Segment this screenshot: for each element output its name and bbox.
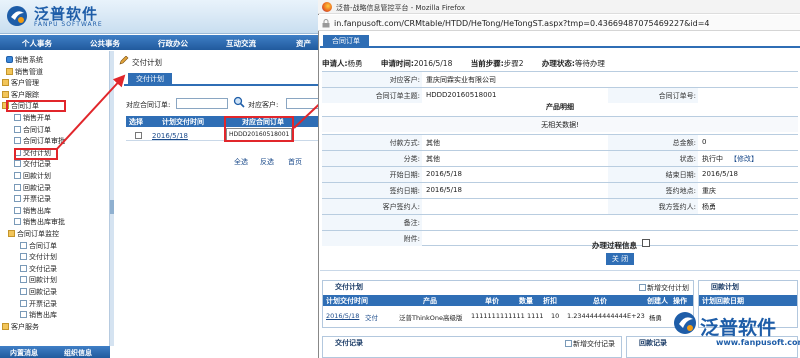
row-product: 泛普ThinkOne高级版 [399, 314, 463, 322]
remark-label: 备注: [403, 219, 420, 227]
sign-date-label: 签约日期: [389, 187, 420, 195]
form-row-sign: 签约日期: 2016/5/18 签约地点: 重庆 [322, 182, 798, 198]
col-action: 操作 [673, 297, 687, 305]
process-info-label: 办理过程信息 [592, 241, 637, 250]
applicant-value: 杨勇 [347, 59, 363, 68]
add-delivery-plan-label: 新增交付计划 [647, 284, 689, 292]
divider [320, 270, 800, 271]
products-table: 无相关数据! [322, 116, 798, 132]
delivery-record-panel: 交付记录 新增交付记录 [322, 336, 622, 358]
customer-label: 对应客户: [389, 76, 420, 84]
contract-header-info: 申请人:杨勇 申请时间:2016/5/18 当前步骤:步骤2 办理状态:等待办理 [322, 58, 621, 69]
row-deliver-link[interactable]: 交付 [365, 312, 378, 322]
payment-plan-title: 回款计划 [711, 283, 739, 291]
window-title: 泛普-战略信息管控平台 - Mozilla Firefox [336, 4, 466, 12]
add-delivery-record-label: 新增交付记录 [573, 340, 615, 348]
firefox-icon [322, 2, 332, 12]
products-title: 产品明细 [546, 103, 574, 111]
status-value: 等待办理 [574, 59, 605, 68]
add-delivery-plan-button[interactable]: 新增交付计划 [639, 283, 689, 293]
apply-time-value: 2016/5/18 [413, 59, 453, 68]
customer-value: 重庆同霖实业有限公司 [426, 76, 496, 84]
sign-date-value: 2016/5/18 [426, 186, 462, 194]
end-date-label: 结束日期: [665, 171, 696, 179]
table-row[interactable]: 2016/5/18 交付 泛普ThinkOne高级版 1111111111111… [323, 312, 693, 323]
watermark-text: 泛普软件 [700, 317, 777, 339]
col-product: 产品 [423, 297, 437, 305]
category-value: 其他 [426, 155, 440, 163]
process-info-checkbox[interactable] [642, 239, 650, 247]
form-row-remark: 备注: [322, 214, 798, 230]
form-row-customer: 对应客户: 重庆同霖实业有限公司 [322, 71, 798, 87]
watermark-url: www.fanpusoft.com [716, 338, 800, 347]
step-value: 步骤2 [503, 59, 524, 68]
applicant-label: 申请人: [322, 59, 348, 68]
row-creator: 杨勇 [649, 314, 662, 322]
close-button[interactable]: 关 闭 [606, 253, 634, 265]
form-row-dates: 开始日期: 2016/5/18 结束日期: 2016/5/18 [322, 166, 798, 182]
col-quantity: 数量 [519, 297, 533, 305]
tab-underline [320, 46, 800, 48]
attachment-label: 附件: [403, 235, 420, 243]
apply-time-label: 申请时间: [380, 59, 414, 68]
row-quantity: 1111 [527, 312, 544, 320]
add-icon [565, 340, 572, 347]
col-plan-date: 计划交付时间 [326, 297, 368, 305]
payment-plan-header: 计划回款日期 [699, 295, 797, 306]
col-price: 单价 [485, 297, 499, 305]
state-value: 执行中 [702, 155, 723, 163]
total-label: 总金额: [672, 139, 696, 147]
col-discount: 折扣 [543, 297, 557, 305]
total-value: 0 [702, 138, 707, 146]
category-label: 分类: [403, 155, 420, 163]
pay-method-value: 其他 [426, 139, 440, 147]
start-date-label: 开始日期: [389, 171, 420, 179]
sign-place-value: 重庆 [702, 187, 716, 195]
row-plan-date[interactable]: 2016/5/18 [326, 312, 359, 320]
col-creator: 创建人 [647, 297, 668, 305]
lock-icon[interactable] [322, 19, 330, 28]
arrow-to-delivery-tab [55, 74, 126, 151]
status-label: 办理状态: [541, 59, 575, 68]
our-signer-label: 我方签约人: [658, 203, 696, 211]
step-label: 当前步骤: [470, 59, 504, 68]
form-row-payment: 付款方式: 其他 总金额: 0 [322, 134, 798, 150]
end-date-value: 2016/5/18 [702, 170, 738, 178]
form-row-category: 分类: 其他 状态: 执行中 【修改】 [322, 150, 798, 166]
form-row-attachment: 附件: [322, 230, 798, 246]
col-payment-date: 计划回款日期 [702, 297, 744, 305]
start-date-value: 2016/5/18 [426, 170, 462, 178]
col-total: 总价 [593, 297, 607, 305]
url-text[interactable]: in.fanpusoft.com/CRMtable/HTDD/HeTong/He… [334, 19, 710, 28]
fanpu-watermark-icon [674, 312, 696, 334]
no-data-text: 无相关数据! [541, 121, 579, 129]
row-price: 1111111111111 [471, 312, 525, 320]
pay-method-label: 付款方式: [389, 139, 420, 147]
delivery-plan-panel: 交付计划 新增交付计划 计划交付时间 产品 单价 数量 折扣 总价 创建人 操作… [322, 280, 694, 328]
our-signer-value: 杨勇 [702, 203, 716, 211]
form-row-signers: 客户签约人: 我方签约人: 杨勇 [322, 198, 798, 214]
customer-signer-label: 客户签约人: [382, 203, 420, 211]
add-icon [639, 284, 646, 291]
row-total: 1.2344444444444E+23 [567, 312, 645, 320]
row-discount: 10 [551, 312, 560, 320]
state-label: 状态: [679, 155, 696, 163]
sign-place-label: 签约地点: [665, 187, 696, 195]
subject-value: HDDD20160518001 [426, 91, 497, 99]
add-delivery-record-button[interactable]: 新增交付记录 [565, 339, 615, 349]
edit-state-link[interactable]: 【修改】 [730, 154, 758, 164]
delivery-plan-header: 计划交付时间 产品 单价 数量 折扣 总价 创建人 操作 [323, 295, 693, 306]
